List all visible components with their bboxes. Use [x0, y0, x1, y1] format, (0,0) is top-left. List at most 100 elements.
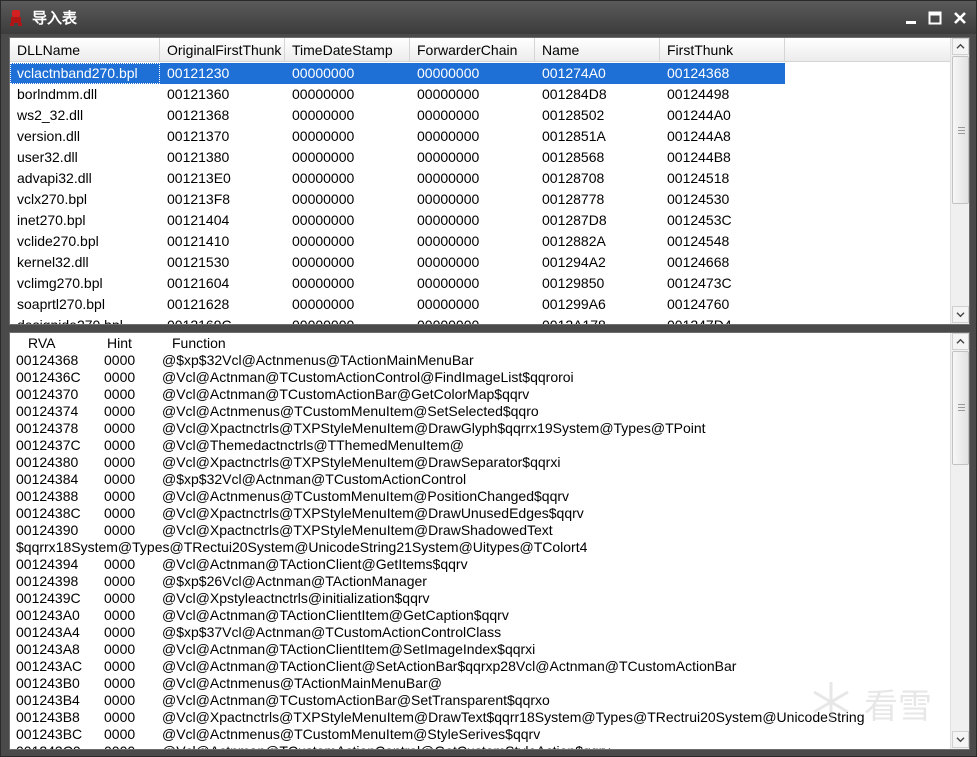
table-cell: 00129850: [542, 275, 605, 291]
scroll-thumb[interactable]: [952, 56, 969, 204]
column-header-timedatestamp[interactable]: TimeDateStamp: [285, 38, 410, 62]
column-header-dllname[interactable]: DLLName: [10, 38, 160, 62]
hint-value: 0000: [104, 454, 136, 470]
table-cell: 00128502: [542, 107, 605, 123]
table-cell: 00128778: [542, 191, 605, 207]
function-name: @Vcl@Actnman@TActionClient@SetActionBar$…: [162, 658, 737, 674]
table-row[interactable]: vclide270.bpl 00121410 00000000 00000000 001…: [10, 231, 950, 252]
hint-value: 0000: [104, 726, 136, 742]
table-cell: 00000000: [292, 212, 355, 228]
table-row[interactable]: version.dll 00121370 00000000 00000000 00128…: [10, 126, 950, 147]
table-cell: 0012851A: [542, 128, 606, 144]
table-cell: 00000000: [292, 233, 355, 249]
table-row[interactable]: inet270.bpl 00121404 00000000 00000000 00128…: [10, 210, 950, 231]
dll-table[interactable]: DLLName OriginalFirstThunk TimeDateStamp…: [9, 37, 970, 325]
dll-table-scrollbar[interactable]: [950, 38, 969, 324]
table-cell: 00000000: [292, 86, 355, 102]
table-cell: 0012169C: [167, 317, 232, 325]
hint-value: 0000: [104, 488, 136, 504]
rva-value: 001243C0: [16, 743, 81, 749]
import-table-window: 导入表 DLLName OriginalFirstThunk TimeDateS…: [0, 0, 977, 757]
table-cell: 001244A0: [667, 107, 731, 123]
hint-value: 0000: [104, 709, 136, 725]
column-header-rva[interactable]: RVA: [28, 335, 56, 351]
table-cell: inet270.bpl: [17, 212, 86, 228]
table-cell: 00000000: [292, 149, 355, 165]
column-header-forwarderchain[interactable]: ForwarderChain: [410, 38, 535, 62]
rva-value: 0012436C: [16, 369, 81, 385]
hint-value: 0000: [104, 692, 136, 708]
minimize-icon[interactable]: [903, 10, 919, 26]
scroll-down-icon[interactable]: [952, 731, 969, 748]
table-cell: 001213F8: [167, 191, 231, 207]
column-header-firstthunk[interactable]: FirstThunk: [660, 38, 785, 62]
table-row[interactable]: vclimg270.bpl 00121604 00000000 00000000 001…: [10, 273, 950, 294]
table-cell: 00000000: [292, 317, 355, 325]
function-name: @Vcl@Actnman@TCustomActionBar@SetTranspa…: [162, 692, 550, 708]
rva-value: 00124390: [16, 522, 79, 538]
dll-table-header: DLLName OriginalFirstThunk TimeDateStamp…: [10, 38, 950, 62]
rva-value: 001243A4: [16, 624, 80, 640]
table-row[interactable]: ws2_32.dll 00121368 00000000 00000000 001285…: [10, 105, 950, 126]
table-cell: designide270.bpl: [17, 317, 123, 325]
table-row[interactable]: vclactnband270.bpl 00121230 00000000 000000…: [10, 63, 950, 84]
scroll-thumb[interactable]: [952, 351, 969, 465]
table-cell: 00000000: [292, 107, 355, 123]
table-row[interactable]: user32.dll 00121380 00000000 00000000 001285…: [10, 147, 950, 168]
column-header-name[interactable]: Name: [535, 38, 660, 62]
rva-value: 00124394: [16, 556, 79, 572]
table-cell: 00000000: [410, 63, 535, 84]
rva-value: 0012439C: [16, 590, 81, 606]
table-cell: 00000000: [417, 254, 480, 270]
column-header-hint[interactable]: Hint: [107, 335, 132, 351]
function-name: @Vcl@Xpactnctrls@TXPStyleMenuItem@DrawSe…: [162, 454, 561, 470]
close-icon[interactable]: [952, 10, 968, 26]
table-cell: version.dll: [17, 128, 81, 144]
table-cell: soaprtl270.bpl: [17, 296, 105, 312]
function-name: @Vcl@Actnman@TCustomActionControl@GetCus…: [162, 743, 610, 749]
table-row[interactable]: borlndmm.dll 00121360 00000000 00000000 0012…: [10, 84, 950, 105]
table-row[interactable]: soaprtl270.bpl 00121628 00000000 00000000 00…: [10, 294, 950, 315]
watermark-text: 看雪: [864, 687, 932, 727]
function-name: @$xp$26Vcl@Actnman@TActionManager: [162, 573, 427, 589]
maximize-icon[interactable]: [927, 10, 943, 26]
rva-value: 001243AC: [16, 658, 83, 674]
table-cell: 001213E0: [167, 170, 231, 186]
table-cell: 001274A0: [535, 63, 660, 84]
table-cell: ws2_32.dll: [17, 107, 84, 123]
table-cell: 00000000: [417, 107, 480, 123]
column-header-function[interactable]: Function: [172, 335, 226, 351]
table-cell: 00121370: [167, 128, 230, 144]
scroll-down-icon[interactable]: [952, 306, 969, 323]
function-name: @Vcl@Xpstyleactnctrls@initialization$qqr…: [162, 590, 430, 606]
table-cell: 00124368: [660, 63, 785, 84]
title-bar[interactable]: 导入表: [1, 1, 976, 34]
table-cell: 0012453C: [667, 212, 732, 228]
table-row[interactable]: kernel32.dll 00121530 00000000 00000000 0012…: [10, 252, 950, 273]
function-name: @Vcl@Actnmenus@TCustomMenuItem@SetSelect…: [162, 403, 539, 419]
function-name: @Vcl@Xpactnctrls@TXPStyleMenuItem@DrawUn…: [162, 505, 584, 521]
function-list-scrollbar[interactable]: [950, 333, 969, 749]
hint-value: 0000: [104, 369, 136, 385]
table-cell: 00000000: [417, 128, 480, 144]
table-row[interactable]: vclx270.bpl 001213F8 00000000 00000000 00128…: [10, 189, 950, 210]
rva-value: 00124370: [16, 386, 79, 402]
column-header-originalfirstthunk[interactable]: OriginalFirstThunk: [160, 38, 285, 62]
scroll-up-icon[interactable]: [952, 333, 969, 350]
rva-value: 00124388: [16, 488, 79, 504]
scroll-up-icon[interactable]: [952, 38, 969, 55]
rva-value: 00124384: [16, 471, 79, 487]
table-cell: 00000000: [417, 233, 480, 249]
table-row[interactable]: designide270.bpl 0012169C 00000000 00000000…: [10, 315, 950, 325]
table-cell: 00000000: [417, 296, 480, 312]
table-row[interactable]: advapi32.dll 001213E0 00000000 00000000 0012…: [10, 168, 950, 189]
table-cell: 001247D4: [667, 317, 732, 325]
table-cell: 00121530: [167, 254, 230, 270]
table-cell: 0012A178: [542, 317, 606, 325]
table-cell: 00000000: [292, 170, 355, 186]
function-name: @$xp$37Vcl@Actnman@TCustomActionControlC…: [162, 624, 502, 640]
table-cell: 00000000: [417, 149, 480, 165]
table-cell: 00000000: [292, 191, 355, 207]
table-cell: 0012882A: [542, 233, 606, 249]
rva-value: 0012437C: [16, 437, 81, 453]
